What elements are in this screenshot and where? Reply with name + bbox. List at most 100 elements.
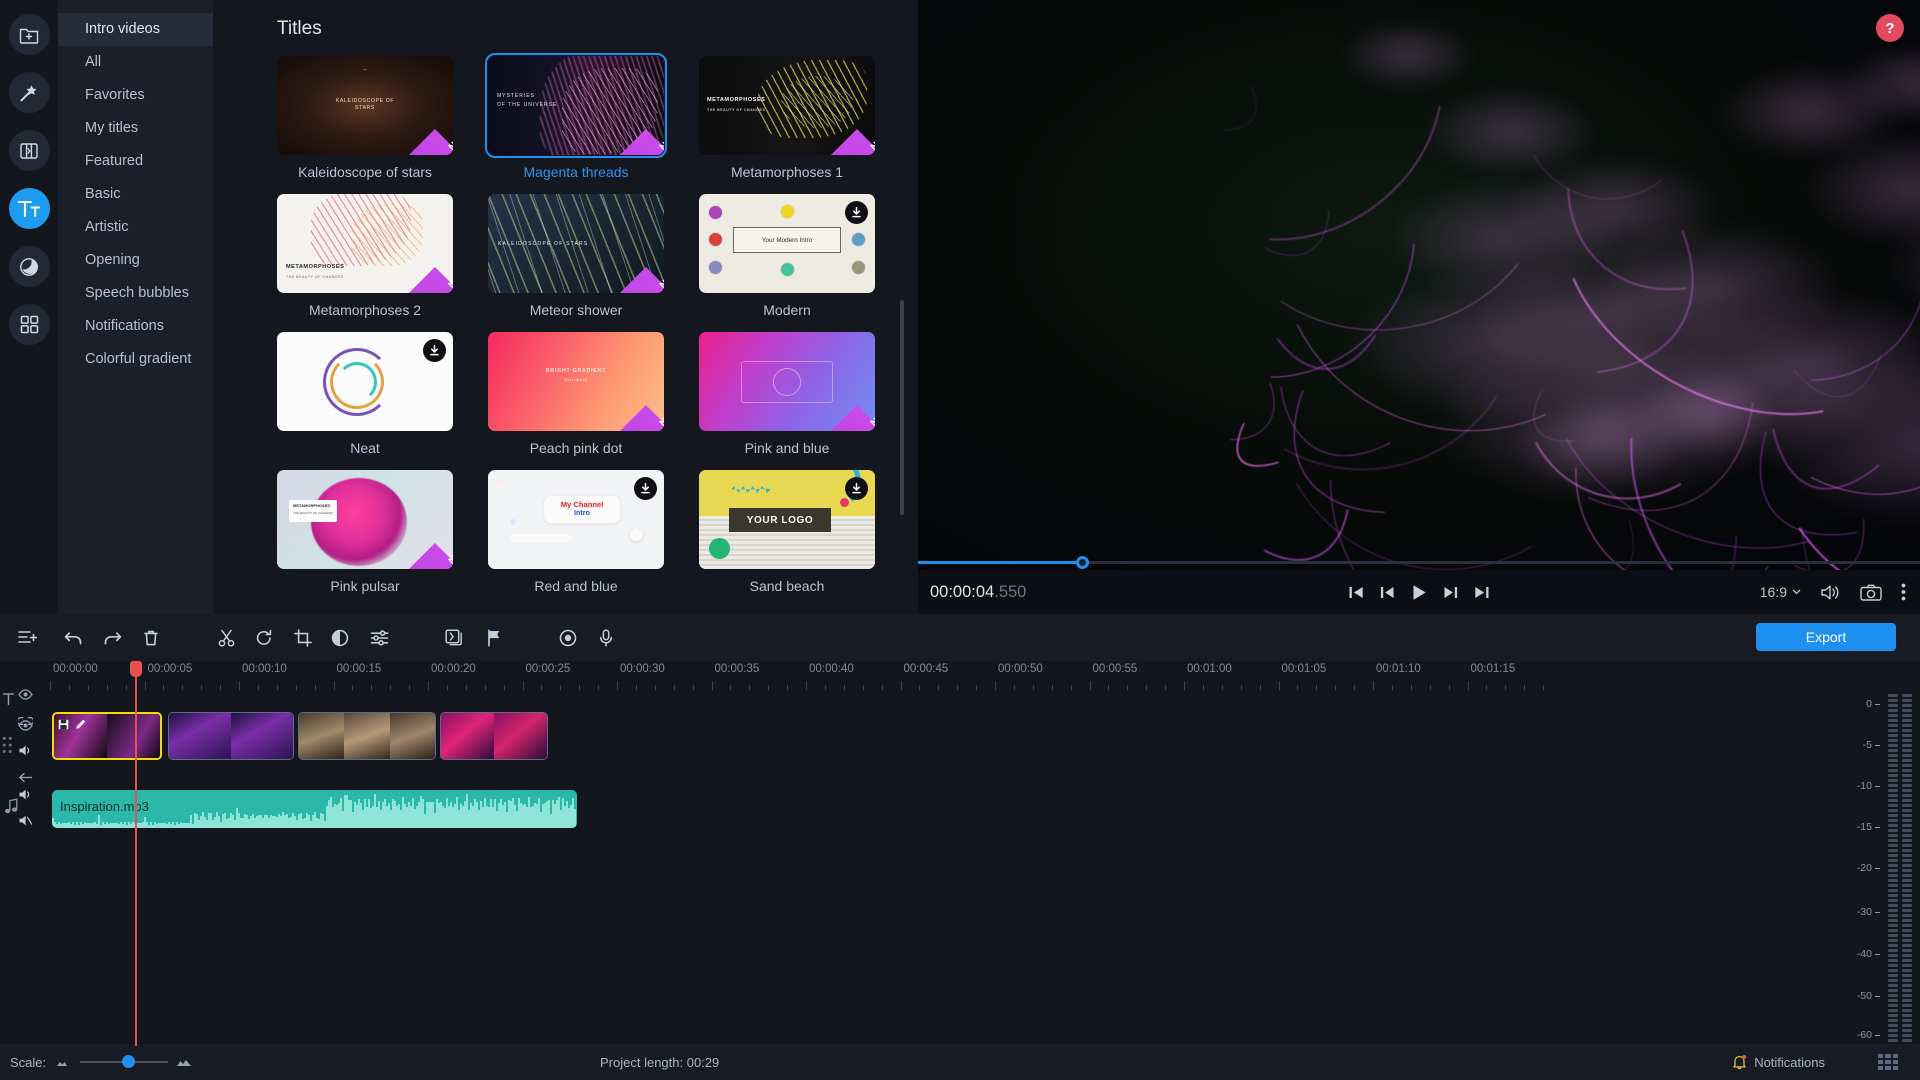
video-track-detach[interactable] xyxy=(18,770,33,788)
title-thumbnail-peach-pink-dot[interactable]: BRIGHT GRADIENT Description NEW xyxy=(488,332,664,431)
title-thumbnail-neat[interactable] xyxy=(277,332,453,431)
sidebar-item-notifications[interactable]: Notifications xyxy=(58,310,213,343)
speaker-icon xyxy=(19,745,30,756)
ruler-label: 00:01:15 xyxy=(1470,663,1516,675)
browser-scrollbar[interactable] xyxy=(900,300,904,515)
modern-dot xyxy=(851,260,866,275)
sidebar-item-basic[interactable]: Basic xyxy=(58,178,213,211)
notifications-button[interactable]: Notifications xyxy=(1732,1054,1825,1070)
delete-icon[interactable] xyxy=(138,625,164,651)
marker-flag-icon[interactable] xyxy=(480,625,506,651)
sidebar-item-artistic[interactable]: Artistic xyxy=(58,211,213,244)
ruler-tick-major xyxy=(1373,681,1374,690)
title-thumbnail-magenta-threads[interactable]: MYSTERIES OF THE UNIVERSE NEW xyxy=(485,53,667,158)
clip-crowd[interactable] xyxy=(298,712,436,760)
title-thumbnail-sand-beach[interactable]: YOUR LOGO xyxy=(699,470,875,569)
play-icon[interactable] xyxy=(1410,583,1429,602)
cut-scissors-icon[interactable] xyxy=(213,625,239,651)
title-thumbnail-modern[interactable]: Your Modern Intro xyxy=(699,194,875,293)
clip-pink-portrait[interactable] xyxy=(440,712,548,760)
title-thumbnail-pink-and-blue[interactable]: NEW xyxy=(699,332,875,431)
color-adjust-icon[interactable] xyxy=(327,625,353,651)
crop-icon[interactable] xyxy=(290,625,316,651)
rail-stickers[interactable] xyxy=(8,304,50,345)
rail-import[interactable] xyxy=(8,14,50,55)
meter-tick xyxy=(1875,745,1880,746)
title-thumbnail-kaleidoscope-of-stars[interactable]: KALEIDOSCOPE OF STARS NEW xyxy=(277,56,453,155)
rail-transitions[interactable] xyxy=(8,130,50,171)
clip-frame xyxy=(389,713,435,759)
sidebar-item-label: Colorful gradient xyxy=(85,351,192,367)
clip-dj-blue[interactable] xyxy=(168,712,294,760)
help-button[interactable]: ? xyxy=(1876,14,1904,42)
audio-track-mute[interactable] xyxy=(18,814,33,832)
transitions-wizard-icon[interactable] xyxy=(441,625,467,651)
audio-track-volume[interactable] xyxy=(18,788,33,806)
playhead[interactable] xyxy=(130,661,142,1046)
properties-sliders-icon[interactable] xyxy=(366,625,392,651)
skip-to-start-icon[interactable] xyxy=(1348,585,1365,600)
video-track-volume[interactable] xyxy=(18,744,33,762)
redo-icon[interactable] xyxy=(99,625,125,651)
video-track-drag[interactable] xyxy=(2,736,13,759)
sidebar-item-speech-bubbles[interactable]: Speech bubbles xyxy=(58,277,213,310)
more-options-icon[interactable] xyxy=(1901,583,1906,601)
sidebar-item-my-titles[interactable]: My titles xyxy=(58,112,213,145)
track-manager-icon[interactable] xyxy=(14,625,40,651)
bell-icon xyxy=(1733,1054,1747,1070)
aspect-ratio-selector[interactable]: 16:9 xyxy=(1760,584,1801,600)
download-button[interactable] xyxy=(845,477,868,500)
volume-icon[interactable] xyxy=(1820,584,1841,601)
rail-filters[interactable] xyxy=(8,246,50,287)
previous-frame-icon[interactable] xyxy=(1379,585,1396,600)
title-thumbnail-metamorphoses-1[interactable]: METAMORPHOSES THE BEAUTY OF CHANGES NEW xyxy=(699,56,875,155)
clip-edit-icon[interactable] xyxy=(75,717,86,735)
record-audio-icon[interactable] xyxy=(555,625,581,651)
rotate-icon[interactable] xyxy=(251,625,277,651)
thumb-caption: MYSTERIES OF THE UNIVERSE xyxy=(497,93,558,108)
sidebar-item-opening[interactable]: Opening xyxy=(58,244,213,277)
video-track-visibility[interactable] xyxy=(18,718,33,736)
title-thumbnail-meteor-shower[interactable]: KALEIDOSCOPE OF STARS NEW xyxy=(488,194,664,293)
video-preview[interactable]: ? xyxy=(918,0,1920,570)
seek-handle[interactable] xyxy=(1076,556,1089,569)
seek-bar[interactable] xyxy=(918,554,1920,570)
title-thumbnail-red-and-blue[interactable]: My Channel Intro xyxy=(488,470,664,569)
next-frame-icon[interactable] xyxy=(1443,585,1460,600)
ruler-label: 00:00:50 xyxy=(998,663,1043,675)
audio-track-controls xyxy=(18,788,33,832)
download-button[interactable] xyxy=(423,339,446,362)
playhead-handle[interactable] xyxy=(130,661,142,677)
skip-to-end-icon[interactable] xyxy=(1474,585,1491,600)
rail-titles[interactable] xyxy=(8,188,50,229)
timeline-tracks: Inspiration.mp3 xyxy=(0,687,1920,1050)
export-button[interactable]: Export xyxy=(1756,623,1896,651)
layout-grid-toggle[interactable] xyxy=(1878,1054,1898,1070)
scale-handle[interactable] xyxy=(122,1055,136,1068)
sidebar-item-intro-videos[interactable]: Intro videos xyxy=(58,13,213,46)
playback-timecode: 00:00:04.550 xyxy=(930,583,1026,602)
scale-slider[interactable] xyxy=(57,1054,192,1070)
sidebar-item-colorful-gradient[interactable]: Colorful gradient xyxy=(58,343,213,376)
drag-handle-icon xyxy=(2,737,12,753)
clip-magenta-threads[interactable] xyxy=(52,712,162,760)
modern-dot xyxy=(708,232,723,247)
sidebar-item-all[interactable]: All xyxy=(58,46,213,79)
eye-icon xyxy=(18,689,33,700)
audio-clip[interactable]: Inspiration.mp3 xyxy=(52,790,577,828)
title-thumbnail-pink-pulsar[interactable]: METAMORPHOSES THE BEAUTY OF CHANGES NEW xyxy=(277,470,453,569)
timeline-ruler[interactable]: 00:00:00 00:00:05 00:00:10 00:00:15 00:00:20… xyxy=(0,661,1920,690)
sidebar-item-featured[interactable]: Featured xyxy=(58,145,213,178)
clip-save-icon[interactable] xyxy=(58,717,69,735)
aspect-ratio-value: 16:9 xyxy=(1759,584,1787,600)
snapshot-camera-icon[interactable] xyxy=(1860,584,1882,601)
undo-icon[interactable] xyxy=(60,625,86,651)
sidebar-item-favorites[interactable]: Favorites xyxy=(58,79,213,112)
rail-effects[interactable] xyxy=(8,72,50,113)
title-thumbnail-metamorphoses-2[interactable]: METAMORPHOSES THE BEAUTY OF CHANGES NEW xyxy=(277,194,453,293)
title-track-visibility[interactable] xyxy=(18,687,33,705)
ruler-label: 00:00:40 xyxy=(809,663,854,675)
download-button[interactable] xyxy=(634,477,657,500)
microphone-icon[interactable] xyxy=(593,625,619,651)
download-button[interactable] xyxy=(845,201,868,224)
